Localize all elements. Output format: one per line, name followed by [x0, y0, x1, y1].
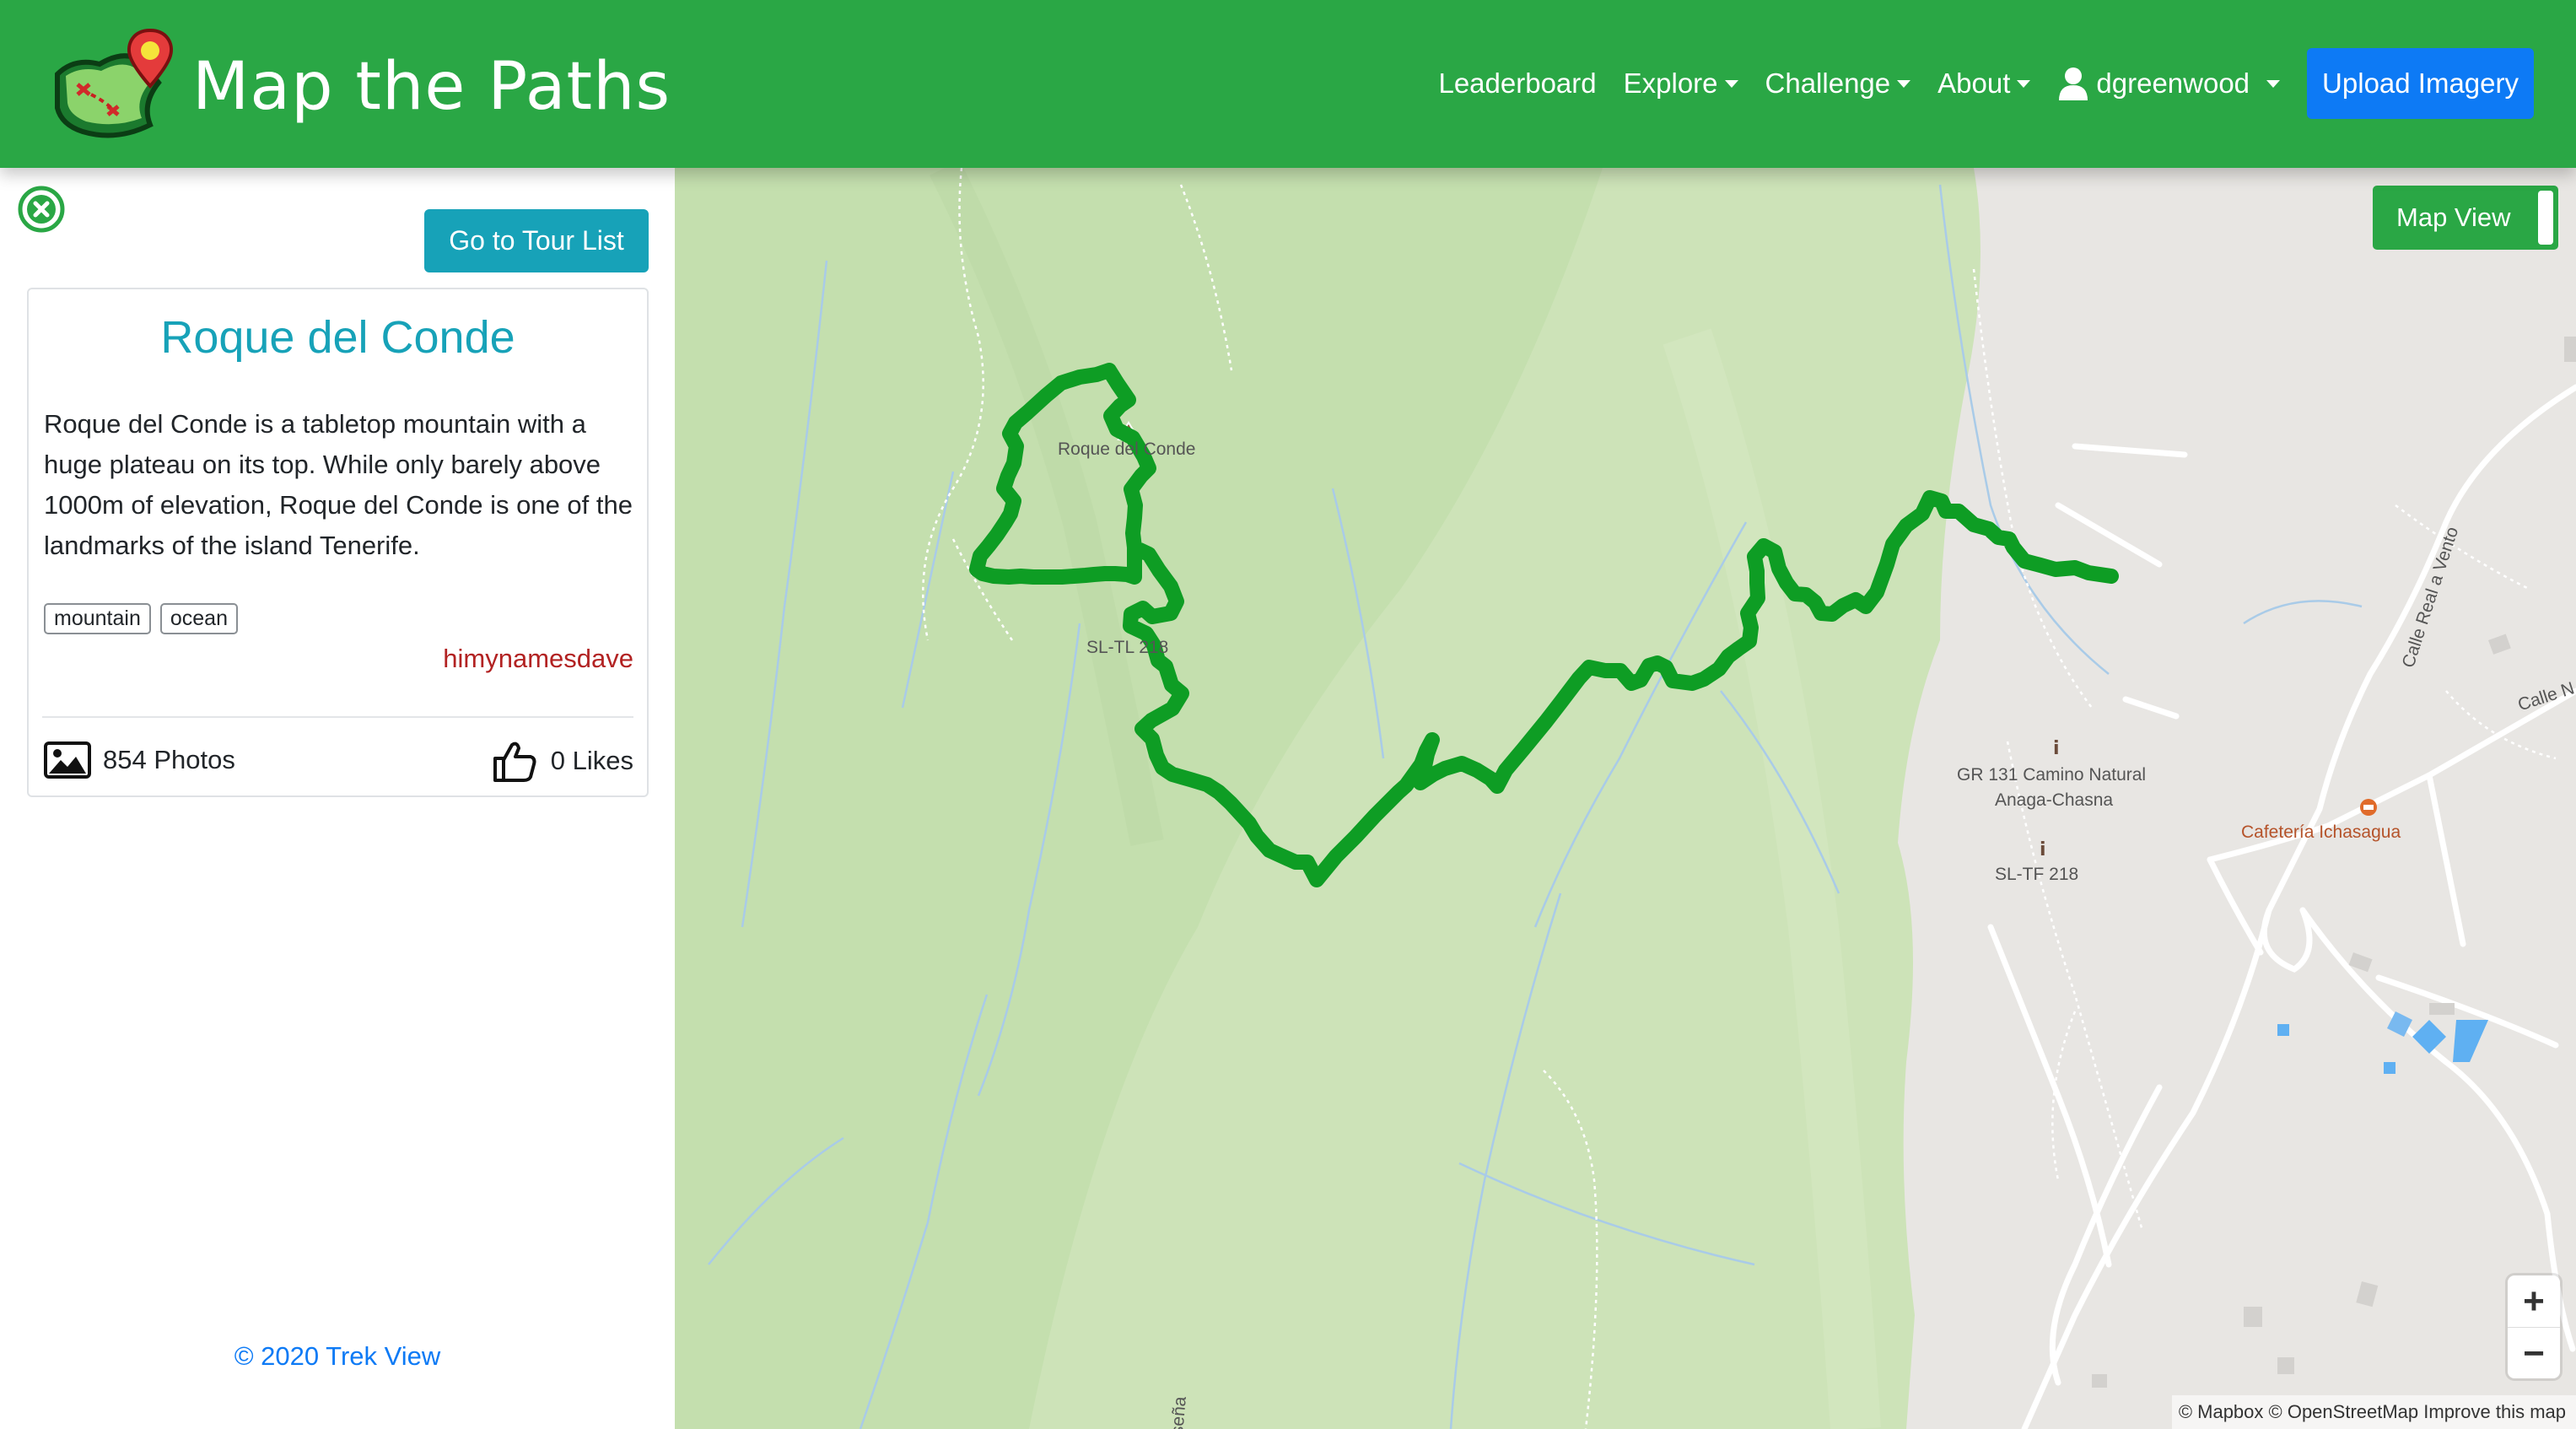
- svg-text:i: i: [2040, 839, 2046, 860]
- tag-mountain[interactable]: mountain: [44, 603, 151, 634]
- tour-title[interactable]: Roque del Conde: [29, 311, 647, 364]
- brand-title: Map the Paths: [192, 49, 671, 125]
- map-label-summit: Roque del Conde: [1058, 439, 1196, 459]
- thumbs-up-icon: [493, 741, 536, 782]
- caret-down-icon: [2266, 79, 2281, 88]
- map-canvas[interactable]: i i i Roque del Conde SL-TL 218 GR 131 C…: [675, 168, 2576, 1429]
- nav-explore-label: Explore: [1623, 67, 1718, 99]
- map-label-gr131: GR 131 Camino Natural: [1957, 765, 2147, 785]
- photos-count: 854 Photos: [44, 741, 235, 779]
- tour-card: Roque del Conde Roque del Conde is a tab…: [27, 288, 649, 797]
- nav-about-label: About: [1937, 67, 2011, 99]
- zoom-out-button[interactable]: −: [2508, 1328, 2560, 1379]
- photos-count-label: 854 Photos: [103, 745, 235, 774]
- caret-down-icon: [1897, 79, 1911, 88]
- nav-challenge-label: Challenge: [1765, 67, 1891, 99]
- tag-list: mountain ocean: [44, 603, 247, 634]
- nav-challenge-dropdown[interactable]: Challenge: [1765, 67, 1911, 100]
- image-icon: [44, 741, 91, 779]
- map-paths-logo-icon: [55, 28, 173, 138]
- tag-ocean[interactable]: ocean: [159, 603, 238, 634]
- map-label-sl-tf: SL-TF 218: [1995, 865, 2079, 884]
- svg-text:i: i: [2053, 738, 2060, 759]
- zoom-in-button[interactable]: +: [2508, 1275, 2560, 1327]
- zoom-control: + −: [2508, 1275, 2560, 1378]
- map-attribution[interactable]: © Mapbox © OpenStreetMap Improve this ma…: [2171, 1395, 2576, 1429]
- nav-explore-dropdown[interactable]: Explore: [1624, 67, 1738, 100]
- sidebar: Go to Tour List Roque del Conde Roque de…: [0, 168, 675, 1429]
- nav-user-label: dgreenwood: [2096, 67, 2250, 99]
- footer-copyright-link[interactable]: © 2020 Trek View: [0, 1341, 675, 1372]
- map-label-cafe: Cafetería Ichasagua: [2241, 822, 2401, 842]
- caret-down-icon: [2017, 79, 2031, 88]
- map-tiles: i i i: [675, 168, 2576, 1429]
- map-view-toggle-label: Map View: [2396, 202, 2511, 232]
- likes-button[interactable]: 0 Likes: [492, 738, 633, 784]
- toggle-knob: [2538, 191, 2553, 245]
- nav-leaderboard-label: Leaderboard: [1438, 67, 1597, 99]
- go-to-tour-list-button[interactable]: Go to Tour List: [424, 209, 649, 272]
- nav-menu: Leaderboard Explore Challenge About dgre…: [1411, 48, 2534, 119]
- close-icon[interactable]: [17, 185, 66, 234]
- user-icon: [2059, 67, 2088, 100]
- tour-description: Roque del Conde is a tabletop mountain w…: [44, 409, 633, 560]
- nav-user-dropdown[interactable]: dgreenwood: [2057, 67, 2281, 100]
- card-divider: [42, 716, 633, 718]
- map-label-trail-start: SL-TL 218: [1086, 638, 1169, 657]
- likes-count-label: 0 Likes: [550, 746, 633, 775]
- brand[interactable]: Map the Paths: [49, 24, 671, 150]
- upload-imagery-button[interactable]: Upload Imagery: [2307, 48, 2534, 119]
- tour-author-link[interactable]: himynamesdave: [443, 644, 633, 674]
- caret-down-icon: [1724, 79, 1738, 88]
- map-label-anaga-chasna: Anaga-Chasna: [1995, 790, 2114, 810]
- navbar: Map the Paths Leaderboard Explore Challe…: [0, 0, 2576, 168]
- nav-leaderboard[interactable]: Leaderboard: [1438, 67, 1596, 100]
- map-view-toggle[interactable]: Map View: [2373, 186, 2558, 250]
- nav-about-dropdown[interactable]: About: [1937, 67, 2031, 100]
- map-label-road-3: seña: [1167, 1395, 1190, 1429]
